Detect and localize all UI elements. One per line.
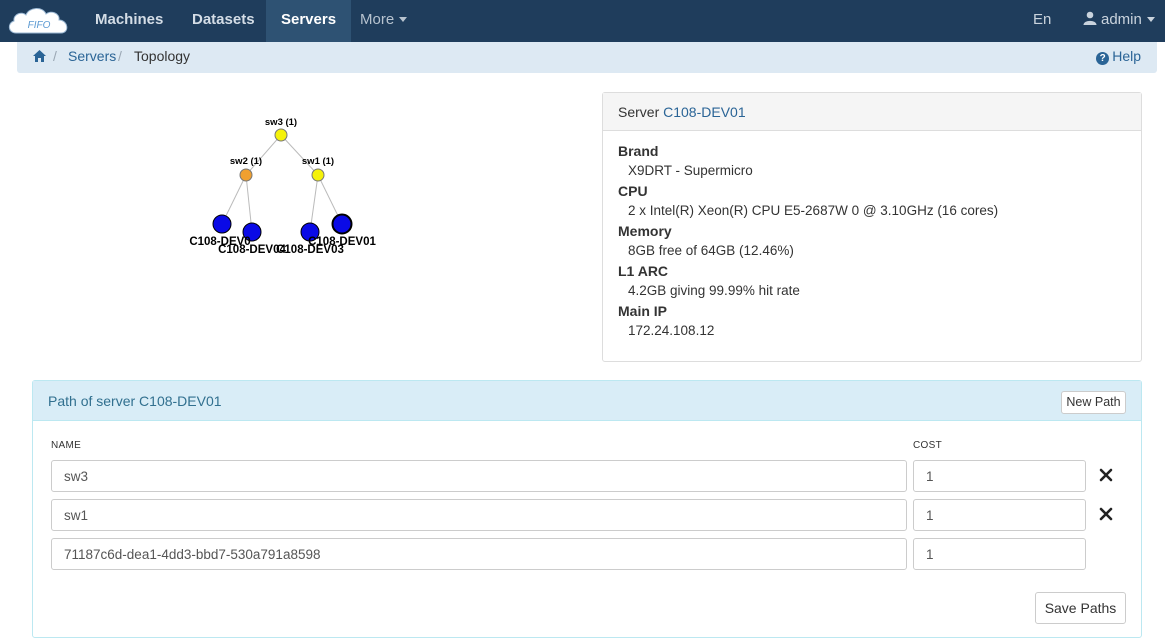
- nav-datasets-label: Datasets: [192, 11, 255, 28]
- spec-label-cpu: CPU: [618, 183, 648, 199]
- path-panel-heading: Path of server C108-DEV01 New Path: [33, 381, 1141, 421]
- nav-machines[interactable]: Machines: [80, 0, 178, 42]
- new-path-button[interactable]: New Path: [1061, 391, 1126, 414]
- path-name-input[interactable]: [51, 499, 907, 531]
- nav-machines-label: Machines: [95, 11, 164, 28]
- caret-down-icon: [399, 17, 408, 22]
- breadcrumb-servers-link[interactable]: Servers: [68, 48, 116, 64]
- remove-icon[interactable]: [1099, 507, 1113, 521]
- breadcrumb-separator: /: [118, 48, 122, 64]
- switch-label-sw2: sw2 (1): [230, 156, 262, 167]
- user-menu[interactable]: admin: [1083, 0, 1155, 42]
- caret-down-icon: [1146, 17, 1155, 22]
- nav-more-dropdown[interactable]: More: [345, 0, 422, 42]
- help-link[interactable]: ? Help: [1096, 48, 1141, 65]
- switch-label-sw1: sw1 (1): [302, 156, 334, 167]
- server-title-prefix: Server: [618, 104, 660, 120]
- home-icon[interactable]: [32, 49, 47, 63]
- user-icon: [1083, 11, 1097, 25]
- spec-label-l1-arc: L1 ARC: [618, 263, 669, 279]
- server-name-link[interactable]: C108-DEV01: [663, 104, 746, 120]
- name-column-header: NAME: [51, 440, 82, 451]
- question-circle-icon: ?: [1096, 52, 1110, 65]
- server-label-c108-dev01: C108-DEV01: [308, 236, 376, 248]
- path-name-input[interactable]: [51, 460, 907, 492]
- server-node-c108-dev01[interactable]: [331, 213, 353, 235]
- path-panel-title: Path of server C108-DEV01: [48, 393, 222, 409]
- fifo-cloud-logo[interactable]: FIFO: [6, 5, 72, 37]
- switch-node-sw1[interactable]: [311, 168, 325, 182]
- spec-value-main-ip: 172.24.108.12: [628, 323, 715, 338]
- topology-edge: [280, 134, 319, 176]
- nav-servers[interactable]: Servers: [266, 0, 352, 42]
- path-cost-input[interactable]: [913, 499, 1086, 531]
- switch-node-sw3[interactable]: [274, 128, 288, 142]
- breadcrumb-current: Topology: [134, 48, 191, 64]
- path-cost-input[interactable]: [913, 460, 1086, 492]
- top-navbar: FIFO Machines Datasets Servers More En a…: [0, 0, 1165, 42]
- spec-value-cpu: 2 x Intel(R) Xeon(R) CPU E5-2687W 0 @ 3.…: [628, 203, 999, 218]
- spec-label-brand: Brand: [618, 143, 659, 159]
- path-name-input[interactable]: [51, 538, 907, 570]
- topology-edge: [245, 134, 282, 176]
- server-path-panel: Path of server C108-DEV01 New Path NAME …: [32, 380, 1142, 638]
- logo-text: FIFO: [28, 20, 51, 31]
- user-name: admin: [1101, 11, 1142, 28]
- cost-column-header: COST: [913, 440, 942, 451]
- spec-label-main-ip: Main IP: [618, 303, 668, 319]
- help-label: Help: [1112, 48, 1141, 64]
- nav-servers-label: Servers: [281, 11, 337, 28]
- server-panel-heading: Server C108-DEV01: [603, 93, 1141, 131]
- nav-datasets[interactable]: Datasets: [177, 0, 270, 42]
- breadcrumb-separator: /: [53, 48, 57, 64]
- save-paths-button[interactable]: Save Paths: [1035, 592, 1126, 624]
- topology-graph: sw3 (1) sw2 (1) sw1 (1) C108-DEV0 C108-D…: [189, 117, 376, 256]
- switch-label-sw3: sw3 (1): [265, 117, 297, 128]
- remove-icon[interactable]: [1099, 468, 1113, 482]
- spec-value-l1-arc: 4.2GB giving 99.99% hit rate: [628, 283, 800, 298]
- language-switch[interactable]: En: [1033, 0, 1051, 42]
- server-node-c108-dev0[interactable]: [212, 214, 232, 234]
- path-cost-input[interactable]: [913, 538, 1086, 570]
- nav-more-label: More: [360, 11, 395, 28]
- switch-node-sw2[interactable]: [239, 168, 253, 182]
- breadcrumb: / Servers / Topology ? Help: [17, 42, 1157, 73]
- server-specs: Brand X9DRT - Supermicro CPU 2 x Intel(R…: [603, 131, 1141, 351]
- spec-value-memory: 8GB free of 64GB (12.46%): [628, 243, 794, 258]
- spec-label-memory: Memory: [618, 223, 672, 239]
- spec-value-brand: X9DRT - Supermicro: [628, 163, 753, 178]
- server-info-panel: Server C108-DEV01 Brand X9DRT - Supermic…: [602, 92, 1142, 362]
